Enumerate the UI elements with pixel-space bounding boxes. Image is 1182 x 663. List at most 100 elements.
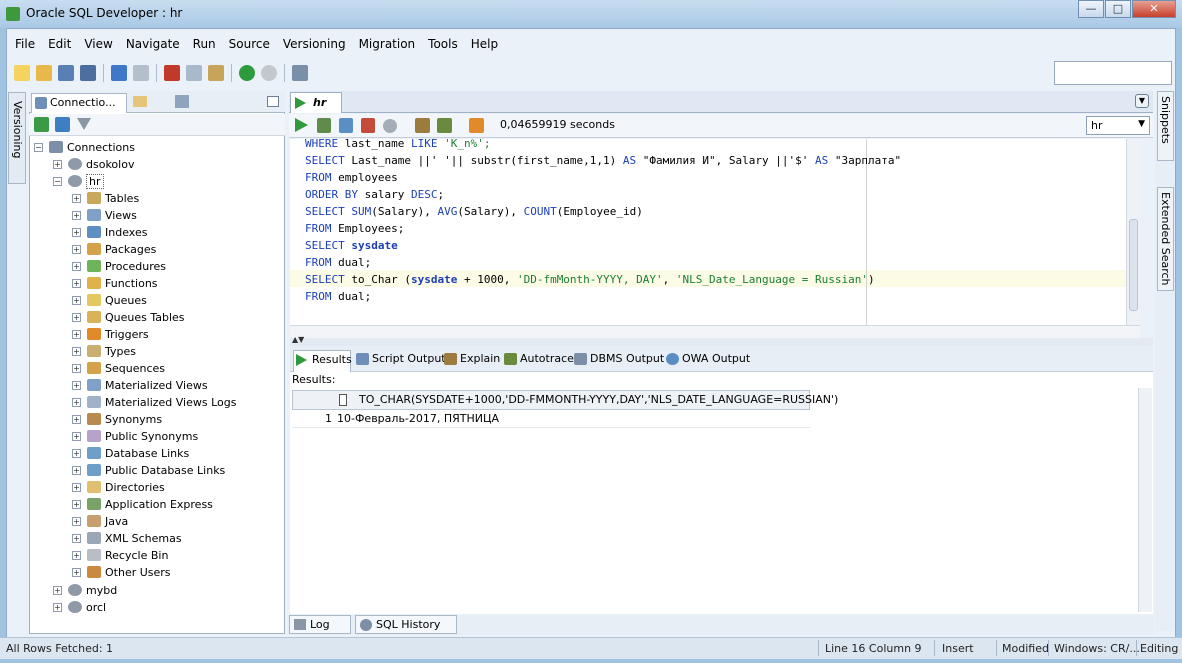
run-statement-icon[interactable] xyxy=(295,118,308,132)
back-icon[interactable] xyxy=(239,65,255,81)
cut-icon[interactable] xyxy=(164,65,180,81)
collapse-icon[interactable]: − xyxy=(53,176,62,186)
tree-node-functions[interactable]: + Functions xyxy=(72,275,158,291)
expand-icon[interactable]: + xyxy=(53,602,62,612)
tree-node-views[interactable]: + Views xyxy=(72,207,137,223)
tree-node-connections[interactable]: − Connections xyxy=(34,139,135,155)
run-script-icon[interactable] xyxy=(317,118,331,133)
menu-navigate[interactable]: Navigate xyxy=(126,37,180,51)
tree-node-directories[interactable]: + Directories xyxy=(72,479,165,495)
expand-icon[interactable]: + xyxy=(72,295,81,305)
tree-node-triggers[interactable]: + Triggers xyxy=(72,326,149,342)
tree-node-application-express[interactable]: + Application Express xyxy=(72,496,213,512)
menu-file[interactable]: File xyxy=(15,37,35,51)
redo-icon[interactable] xyxy=(133,65,149,81)
expand-icon[interactable]: + xyxy=(53,585,62,595)
minimize-panel-icon[interactable] xyxy=(267,96,279,107)
connection-select[interactable]: hr ▼ xyxy=(1086,116,1150,135)
tree-node-types[interactable]: + Types xyxy=(72,343,136,359)
tab-script-output[interactable]: Script Output xyxy=(354,350,446,370)
close-button[interactable]: ✕ xyxy=(1132,0,1176,18)
expand-icon[interactable]: + xyxy=(72,244,81,254)
open-icon[interactable] xyxy=(36,65,52,81)
row-value[interactable]: 10-Февраль-2017, ПЯТНИЦА xyxy=(337,410,499,428)
tab-explain[interactable]: Explain xyxy=(442,350,500,370)
save-all-icon[interactable] xyxy=(80,65,96,81)
menu-view[interactable]: View xyxy=(84,37,112,51)
tree-node-materialized-views-logs[interactable]: + Materialized Views Logs xyxy=(72,394,236,410)
tree-node-hr[interactable]: − hr xyxy=(53,173,104,189)
paste-icon[interactable] xyxy=(208,65,224,81)
tree-node-dsokolov[interactable]: + dsokolov xyxy=(53,156,134,172)
expand-icon[interactable]: + xyxy=(72,363,81,373)
splitter-arrows-icon[interactable]: ▲▼ xyxy=(292,335,304,344)
tree-node-other-users[interactable]: + Other Users xyxy=(72,564,171,580)
menu-edit[interactable]: Edit xyxy=(48,37,71,51)
menu-migration[interactable]: Migration xyxy=(359,37,416,51)
tree-node-database-links[interactable]: + Database Links xyxy=(72,445,189,461)
versioning-side-tab[interactable]: Versioning xyxy=(8,92,26,184)
minimize-button[interactable]: — xyxy=(1078,0,1104,18)
explain-plan-icon[interactable] xyxy=(415,118,430,133)
expand-icon[interactable]: + xyxy=(72,499,81,509)
expand-icon[interactable]: + xyxy=(72,261,81,271)
expand-icon[interactable]: + xyxy=(72,397,81,407)
tab-results[interactable]: Results xyxy=(293,350,352,372)
new-icon[interactable] xyxy=(14,65,30,81)
expand-icon[interactable]: + xyxy=(72,278,81,288)
collapse-icon[interactable]: − xyxy=(34,142,43,152)
tree-node-orcl[interactable]: + orcl xyxy=(53,599,106,615)
tab-connections[interactable]: Connectio... xyxy=(31,93,127,113)
tree-node-packages[interactable]: + Packages xyxy=(72,241,156,257)
column-header[interactable]: TO_CHAR(SYSDATE+1000,'DD-FMMONTH-YYYY,DA… xyxy=(359,391,838,409)
results-vertical-scrollbar[interactable] xyxy=(1138,388,1152,612)
autotrace-icon[interactable] xyxy=(437,118,452,133)
tree-node-public-synonyms[interactable]: + Public Synonyms xyxy=(72,428,198,444)
undo-icon[interactable] xyxy=(111,65,127,81)
tab-snippets[interactable]: Snippets xyxy=(1157,91,1174,161)
expand-icon[interactable]: + xyxy=(72,227,81,237)
tree-node-queues-tables[interactable]: + Queues Tables xyxy=(72,309,185,325)
tab-extended-search[interactable]: Extended Search xyxy=(1157,187,1174,291)
tree-node-xml-schemas[interactable]: + XML Schemas xyxy=(72,530,182,546)
cancel-icon[interactable] xyxy=(383,119,397,133)
menu-run[interactable]: Run xyxy=(193,37,216,51)
commit-icon[interactable] xyxy=(339,118,353,133)
expand-icon[interactable]: + xyxy=(72,312,81,322)
tree-node-recycle-bin[interactable]: + Recycle Bin xyxy=(72,547,168,563)
tree-node-procedures[interactable]: + Procedures xyxy=(72,258,166,274)
copy-icon[interactable] xyxy=(186,65,202,81)
editor-vertical-scrollbar[interactable] xyxy=(1126,139,1140,325)
expand-icon[interactable]: + xyxy=(72,210,81,220)
reports-tab-icon[interactable] xyxy=(175,95,189,108)
expand-icon[interactable]: + xyxy=(72,465,81,475)
tree-node-tables[interactable]: + Tables xyxy=(72,190,139,206)
expand-icon[interactable]: + xyxy=(72,516,81,526)
tree-node-materialized-views[interactable]: + Materialized Views xyxy=(72,377,208,393)
tab-dbms-output[interactable]: DBMS Output xyxy=(572,350,664,370)
expand-icon[interactable]: + xyxy=(53,159,62,169)
expand-icon[interactable]: + xyxy=(72,380,81,390)
menu-tools[interactable]: Tools xyxy=(428,37,458,51)
tree-node-indexes[interactable]: + Indexes xyxy=(72,224,147,240)
expand-icon[interactable]: + xyxy=(72,448,81,458)
expand-icon[interactable]: + xyxy=(72,414,81,424)
tree-node-java[interactable]: + Java xyxy=(72,513,128,529)
expand-icon[interactable]: + xyxy=(72,346,81,356)
expand-icon[interactable]: + xyxy=(72,482,81,492)
table-row[interactable]: 1 10-Февраль-2017, ПЯТНИЦА xyxy=(292,410,810,428)
tree-node-sequences[interactable]: + Sequences xyxy=(72,360,165,376)
files-tab-icon[interactable] xyxy=(133,96,147,107)
menu-source[interactable]: Source xyxy=(229,37,270,51)
expand-icon[interactable]: + xyxy=(72,567,81,577)
tab-log[interactable]: Log xyxy=(289,615,351,634)
refresh-icon[interactable] xyxy=(55,117,70,132)
sql-editor[interactable]: WHERE last_name LIKE 'K_n%'; SELECT Last… xyxy=(290,139,1140,325)
tab-autotrace[interactable]: Autotrace xyxy=(502,350,574,370)
save-icon[interactable] xyxy=(58,65,74,81)
tree-node-mybd[interactable]: + mybd xyxy=(53,582,117,598)
forward-icon[interactable] xyxy=(261,65,277,81)
expand-icon[interactable]: + xyxy=(72,533,81,543)
scroll-thumb[interactable] xyxy=(1129,219,1138,311)
menu-versioning[interactable]: Versioning xyxy=(283,37,346,51)
